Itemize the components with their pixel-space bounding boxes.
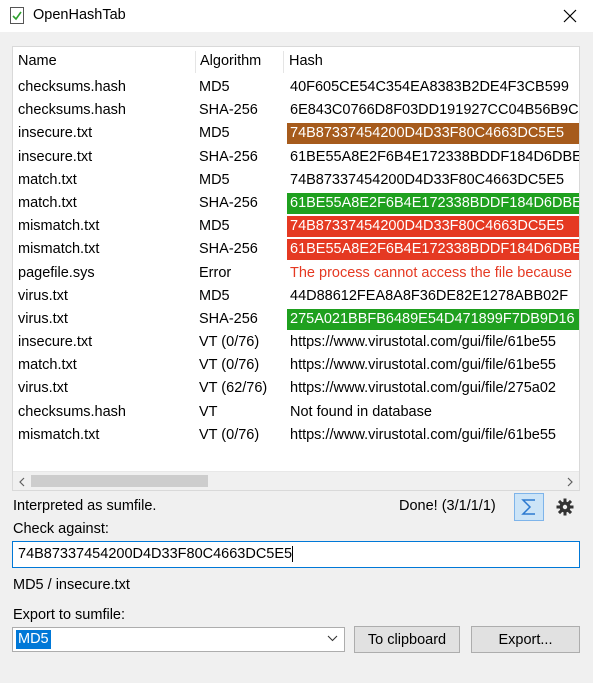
match-info: MD5 / insecure.txt — [13, 577, 130, 593]
chevron-left-icon — [19, 477, 25, 486]
chevron-down-icon — [327, 635, 338, 642]
chevron-right-icon — [567, 477, 573, 486]
cell-algorithm: SHA-256 — [199, 102, 258, 119]
settings-button[interactable] — [550, 493, 580, 521]
cell-name: insecure.txt — [18, 148, 93, 165]
progress-status: Done! (3/1/1/1) — [399, 498, 496, 514]
table-row[interactable]: match.txt VT (0/76) https://www.virustotal… — [13, 355, 579, 378]
export-label: Export to sumfile: — [13, 607, 126, 623]
cell-algorithm: SHA-256 — [199, 241, 258, 258]
cell-name: virus.txt — [18, 287, 68, 304]
cell-hash: Not found in database — [290, 403, 432, 420]
to-clipboard-button[interactable]: To clipboard — [354, 626, 460, 653]
cell-algorithm: VT — [199, 403, 218, 420]
table-row[interactable]: virus.txt MD5 44D88612FEA8A8F36DE82E1278AB… — [13, 286, 579, 309]
cell-hash: 275A021BBFB6489E54D471899F7DB9D16 — [287, 308, 579, 330]
sigma-icon — [521, 499, 535, 515]
table-row[interactable]: virus.txt VT (62/76) https://www.virustota… — [13, 378, 579, 401]
table-row[interactable]: match.txt SHA-256 61BE55A8E2F6B4E172338BDD… — [13, 192, 579, 216]
cell-algorithm: VT (62/76) — [199, 380, 268, 397]
cell-hash: 40F605CE54C354EA8383B2DE4F3CB599 — [290, 79, 569, 95]
export-button[interactable]: Export... — [471, 626, 580, 653]
cell-hash: 44D88612FEA8A8F36DE82E1278ABB02F — [290, 287, 569, 304]
table-row[interactable]: mismatch.txt VT (0/76) https://www.virusto… — [13, 425, 579, 448]
scroll-left-button[interactable] — [13, 472, 31, 490]
scroll-thumb[interactable] — [31, 475, 208, 487]
cell-hash: 74B87337454200D4D33F80C4663DC5E5 — [287, 123, 579, 145]
cell-name: match.txt — [18, 194, 77, 211]
table-row[interactable]: insecure.txt MD5 74B87337454200D4D33F80C46… — [13, 123, 579, 146]
cell-name: mismatch.txt — [18, 426, 100, 443]
table-row[interactable]: pagefile.sys Error The process cannot acce… — [13, 263, 579, 286]
cell-name: insecure.txt — [18, 125, 93, 142]
list-header: Name Algorithm Hash — [13, 47, 579, 76]
cell-name: checksums.hash — [18, 403, 126, 420]
table-row[interactable]: checksums.hash MD5 40F605CE54C354EA8383B2D… — [13, 77, 579, 100]
cell-hash: 61BE55A8E2F6B4E172338BDDF184D6DBE — [287, 239, 579, 261]
cell-name: mismatch.txt — [18, 241, 100, 258]
gear-icon — [556, 498, 574, 516]
cell-algorithm: VT (0/76) — [199, 426, 260, 443]
scroll-right-button[interactable] — [561, 472, 579, 490]
cell-algorithm: MD5 — [199, 125, 230, 142]
column-header-algorithm[interactable]: Algorithm — [195, 47, 261, 76]
cell-hash: 6E843C0766D8F03DD191927CC04B56B9C — [290, 102, 579, 119]
cell-hash: 74B87337454200D4D33F80C4663DC5E5 — [290, 171, 565, 188]
export-format-value: MD5 — [16, 630, 51, 649]
column-header-name[interactable]: Name — [13, 47, 57, 76]
table-row[interactable]: mismatch.txt MD5 74B87337454200D4D33F80C46… — [13, 216, 579, 239]
table-row[interactable]: insecure.txt SHA-256 61BE55A8E2F6B4E172338… — [13, 147, 579, 170]
cell-algorithm: MD5 — [199, 79, 230, 95]
cell-algorithm: MD5 — [199, 218, 230, 235]
cell-algorithm: MD5 — [199, 171, 230, 188]
window-title: OpenHashTab — [33, 7, 126, 23]
cell-hash: https://www.virustotal.com/gui/file/61be… — [290, 334, 556, 351]
cell-algorithm: Error — [199, 264, 232, 281]
close-icon — [563, 9, 577, 23]
cell-algorithm: SHA-256 — [199, 194, 258, 211]
cell-name: match.txt — [18, 171, 77, 188]
cell-hash: 74B87337454200D4D33F80C4663DC5E5 — [287, 216, 579, 238]
table-row[interactable]: insecure.txt VT (0/76) https://www.virusto… — [13, 332, 579, 355]
table-row[interactable]: checksums.hash VT Not found in database — [13, 402, 579, 425]
cell-name: virus.txt — [18, 310, 68, 327]
cell-name: insecure.txt — [18, 334, 93, 351]
title-bar: OpenHashTab — [0, 0, 593, 32]
text-caret — [292, 546, 294, 563]
cell-hash: https://www.virustotal.com/gui/file/61be… — [290, 426, 556, 443]
cell-algorithm: SHA-256 — [199, 148, 258, 165]
horizontal-scrollbar[interactable] — [13, 471, 579, 490]
table-row[interactable]: checksums.hash SHA-256 6E843C0766D8F03DD19… — [13, 100, 579, 123]
sumfile-button[interactable] — [514, 493, 544, 521]
check-against-label: Check against: — [13, 521, 109, 537]
cell-name: checksums.hash — [18, 79, 126, 95]
cell-hash: The process cannot access the file becau… — [290, 264, 573, 281]
cell-name: checksums.hash — [18, 102, 126, 119]
table-row[interactable]: match.txt MD5 74B87337454200D4D33F80C4663D… — [13, 170, 579, 193]
cell-algorithm: VT (0/76) — [199, 334, 260, 351]
cell-name: virus.txt — [18, 380, 68, 397]
cell-name: mismatch.txt — [18, 218, 100, 235]
hash-list[interactable]: Name Algorithm Hash checksums.hash MD5 40F… — [12, 46, 580, 491]
check-against-input[interactable]: 74B87337454200D4D33F80C4663DC5E5 — [12, 541, 580, 568]
cell-algorithm: VT (0/76) — [199, 357, 260, 374]
table-row[interactable]: virus.txt SHA-256 275A021BBFB6489E54D47189… — [13, 308, 579, 332]
check-against-value: 74B87337454200D4D33F80C4663DC5E5 — [18, 546, 293, 562]
dialog-content: Name Algorithm Hash checksums.hash MD5 40F… — [0, 32, 593, 683]
table-row[interactable]: mismatch.txt SHA-256 61BE55A8E2F6B4E172338… — [13, 239, 579, 262]
cell-algorithm: MD5 — [199, 287, 230, 304]
status-text: Interpreted as sumfile. — [13, 498, 157, 514]
cell-hash: https://www.virustotal.com/gui/file/61be… — [290, 357, 556, 374]
export-format-select[interactable]: MD5 — [12, 627, 345, 652]
app-icon — [10, 7, 24, 24]
cell-name: match.txt — [18, 357, 77, 374]
column-header-hash[interactable]: Hash — [284, 47, 323, 76]
cell-hash: 61BE55A8E2F6B4E172338BDDF184D6DBE — [287, 192, 579, 214]
cell-hash: https://www.virustotal.com/gui/file/275a… — [290, 380, 556, 397]
cell-algorithm: SHA-256 — [199, 310, 258, 327]
close-button[interactable] — [547, 0, 593, 32]
cell-hash: 61BE55A8E2F6B4E172338BDDF184D6DBE — [290, 148, 580, 165]
cell-name: pagefile.sys — [18, 264, 95, 281]
list-body: checksums.hash MD5 40F605CE54C354EA8383B2D… — [13, 77, 579, 448]
